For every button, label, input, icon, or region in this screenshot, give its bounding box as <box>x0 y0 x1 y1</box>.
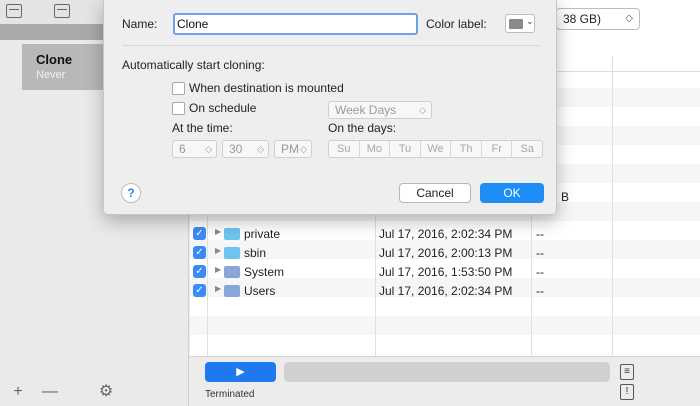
file-size: -- <box>536 227 544 241</box>
system-folder-icon <box>224 266 240 278</box>
chevron-updown-icon: ◇ <box>205 144 212 154</box>
on-schedule-checkbox[interactable] <box>172 102 185 115</box>
archive-icon[interactable] <box>6 4 22 18</box>
minute-stepper[interactable]: 30 ◇ <box>222 140 269 158</box>
table-row[interactable]: ✓ ▶ Users Jul 17, 2016, 2:02:34 PM -- <box>190 281 700 301</box>
sidebar-bottom-bar: + — ⚙ <box>0 376 189 406</box>
file-size: -- <box>536 246 544 260</box>
when-mounted-checkbox[interactable] <box>172 82 185 95</box>
folder-icon <box>224 228 240 240</box>
minute-value: 30 <box>229 142 243 156</box>
disclosure-triangle-icon[interactable]: ▶ <box>215 284 221 293</box>
table-row[interactable]: ✓ ▶ sbin Jul 17, 2016, 2:00:13 PM -- <box>190 243 700 263</box>
disclosure-triangle-icon[interactable]: ▶ <box>215 265 221 274</box>
schedule-select-value: Week Days <box>335 103 397 117</box>
at-time-label: At the time: <box>172 121 233 135</box>
name-field[interactable] <box>173 13 418 35</box>
storage-icon[interactable] <box>54 4 70 18</box>
on-days-label: On the days: <box>328 121 397 135</box>
chevron-updown-icon: ◇ <box>419 105 426 115</box>
chevron-updown-icon: ◇ <box>625 13 633 24</box>
day-sunday[interactable]: Su <box>329 141 360 157</box>
day-thursday[interactable]: Th <box>451 141 482 157</box>
ok-button[interactable]: OK <box>480 183 544 203</box>
progress-bar <box>284 362 610 382</box>
day-wednesday[interactable]: We <box>421 141 452 157</box>
add-task-button[interactable]: + <box>8 382 28 402</box>
day-friday[interactable]: Fr <box>482 141 513 157</box>
start-clone-button[interactable]: ▶ <box>205 362 276 382</box>
hour-stepper[interactable]: 6 ◇ <box>172 140 217 158</box>
table-row[interactable]: ✓ ▶ private Jul 17, 2016, 2:02:34 PM -- <box>190 224 700 244</box>
chevron-updown-icon: ◇ <box>300 144 307 154</box>
schedule-select[interactable]: Week Days ◇ <box>328 101 432 119</box>
day-saturday[interactable]: Sa <box>512 141 542 157</box>
chevron-down-icon: ⌄ <box>526 16 534 26</box>
row-stripe <box>190 316 700 335</box>
log-icon[interactable]: ≡ <box>620 364 634 380</box>
file-name: sbin <box>244 246 267 260</box>
gear-icon[interactable]: ⚙ <box>96 382 116 402</box>
file-date: Jul 17, 2016, 2:02:34 PM <box>379 227 513 241</box>
column-divider <box>612 56 613 356</box>
color-label-picker[interactable]: ⌄ <box>505 14 535 33</box>
folder-icon <box>224 247 240 259</box>
days-segmented-control[interactable]: Su Mo Tu We Th Fr Sa <box>328 140 543 158</box>
color-square-icon <box>509 19 523 29</box>
name-label: Name: <box>122 17 158 31</box>
cancel-button[interactable]: Cancel <box>399 183 471 203</box>
users-folder-icon <box>224 285 240 297</box>
status-text: Terminated <box>205 389 255 400</box>
color-label: Color label: <box>426 17 487 31</box>
file-name: private <box>244 227 281 241</box>
ampm-value: PM <box>281 142 299 156</box>
checkbox[interactable]: ✓ <box>193 227 206 240</box>
file-name: System <box>244 265 285 279</box>
partial-size: B <box>561 190 570 204</box>
alert-icon[interactable]: ! <box>620 384 634 400</box>
checkbox[interactable]: ✓ <box>193 284 206 297</box>
hour-value: 6 <box>179 142 186 156</box>
file-date: Jul 17, 2016, 1:53:50 PM <box>379 265 513 279</box>
file-size: -- <box>536 265 544 279</box>
when-mounted-label: When destination is mounted <box>189 81 344 95</box>
on-schedule-label: On schedule <box>189 101 257 115</box>
day-monday[interactable]: Mo <box>360 141 391 157</box>
task-settings-sheet: Name: Color label: ⌄ Automatically start… <box>103 0 557 215</box>
auto-start-heading: Automatically start cloning: <box>122 58 265 72</box>
file-date: Jul 17, 2016, 2:02:34 PM <box>379 284 513 298</box>
disclosure-triangle-icon[interactable]: ▶ <box>215 227 221 236</box>
day-tuesday[interactable]: Tu <box>390 141 421 157</box>
chevron-updown-icon: ◇ <box>257 144 264 154</box>
table-row[interactable]: ✓ ▶ System Jul 17, 2016, 1:53:50 PM -- <box>190 262 700 282</box>
divider <box>122 45 540 46</box>
disclosure-triangle-icon[interactable]: ▶ <box>215 246 221 255</box>
file-date: Jul 17, 2016, 2:00:13 PM <box>379 246 513 260</box>
file-name: Users <box>244 284 276 298</box>
checkbox[interactable]: ✓ <box>193 265 206 278</box>
ampm-stepper[interactable]: PM ◇ <box>274 140 312 158</box>
help-button[interactable]: ? <box>121 183 141 203</box>
destination-select[interactable]: 38 GB) ◇ <box>556 8 640 30</box>
destination-value: 38 GB) <box>563 12 602 26</box>
file-size: -- <box>536 284 544 298</box>
remove-task-button[interactable]: — <box>40 382 60 402</box>
checkbox[interactable]: ✓ <box>193 246 206 259</box>
